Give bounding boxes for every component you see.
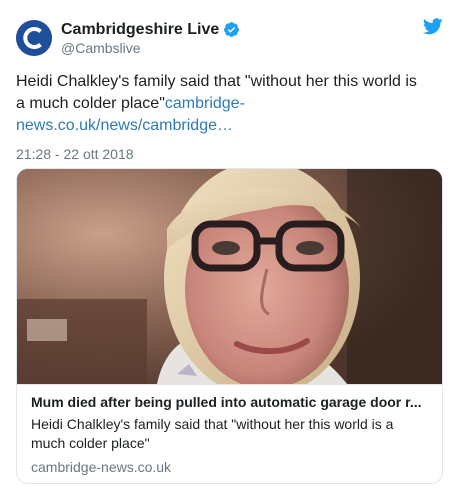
display-name-row: Cambridgeshire Live bbox=[61, 20, 240, 39]
avatar[interactable] bbox=[16, 20, 52, 56]
card-image[interactable] bbox=[17, 169, 442, 384]
link-card[interactable]: Mum died after being pulled into automat… bbox=[16, 168, 443, 484]
card-body: Mum died after being pulled into automat… bbox=[17, 384, 442, 477]
twitter-bird-icon[interactable] bbox=[422, 18, 443, 35]
card-description: Heidi Chalkley's family said that "witho… bbox=[31, 416, 394, 451]
timestamp[interactable]: 21:28 - 22 ott 2018 bbox=[16, 146, 443, 162]
tweet-header: Cambridgeshire Live @Cambslive bbox=[16, 15, 443, 61]
tweet-text: Heidi Chalkley's family said that "witho… bbox=[16, 71, 426, 137]
card-title[interactable]: Mum died after being pulled into automat… bbox=[31, 393, 428, 412]
cambridgeshire-live-logo bbox=[16, 20, 52, 56]
display-name[interactable]: Cambridgeshire Live bbox=[61, 20, 219, 39]
handle[interactable]: @Cambslive bbox=[61, 40, 240, 57]
verified-badge-icon bbox=[223, 21, 240, 38]
author-names: Cambridgeshire Live @Cambslive bbox=[61, 20, 240, 57]
card-domain: cambridge-news.co.uk bbox=[31, 459, 172, 475]
embedded-tweet: Cambridgeshire Live @Cambslive Heidi Cha… bbox=[0, 0, 459, 494]
